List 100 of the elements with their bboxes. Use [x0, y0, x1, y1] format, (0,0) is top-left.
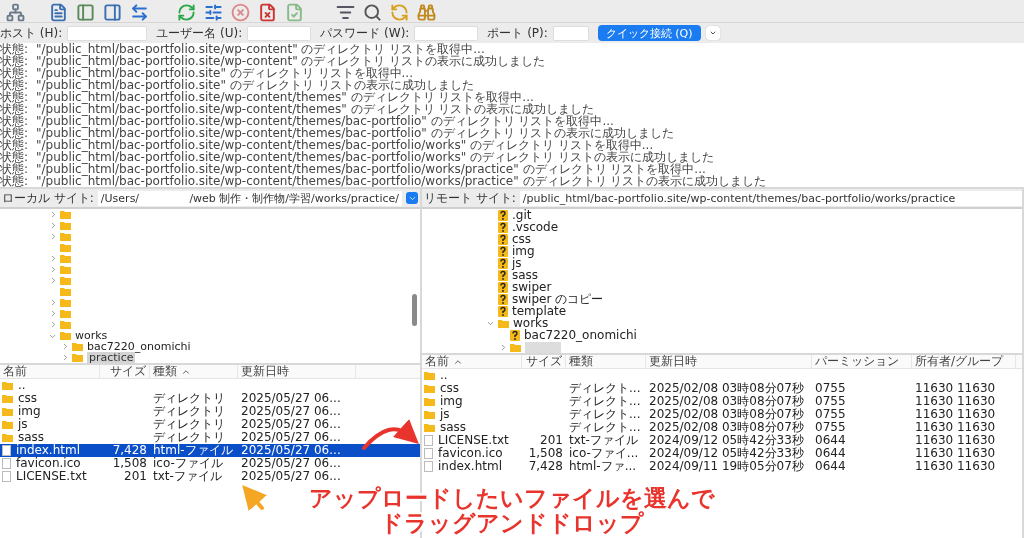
column-header[interactable]: 所有者/グループ [912, 355, 1016, 368]
column-header[interactable]: サイズ [100, 365, 150, 378]
binoculars-icon[interactable] [417, 3, 436, 22]
tree-item[interactable]: img [512, 245, 535, 257]
log-message: "/public_html/bac-portfolio.site/wp-content/themes/bac-portfolio/works/practice" のディレクトリ リストの表示に成功しました [36, 175, 767, 187]
path-field[interactable]: /Users/ /web 制作・制作物/学習/works/practice/ [97, 190, 402, 206]
tree-item[interactable]: js [512, 257, 522, 269]
file-row[interactable]: img ディレクトリ 2025/05/27 06... [0, 405, 420, 418]
file-row[interactable]: img ディレクト... 2025/02/08 03時08分07秒 0755 11630 11630 [422, 395, 1022, 408]
question-mark-icon [498, 257, 508, 269]
folder-icon [2, 407, 13, 416]
question-mark-icon [498, 293, 508, 305]
field-label: ユーザー名 (U): [156, 24, 243, 42]
folder-icon [2, 420, 13, 429]
tree-item[interactable]: .vscode [512, 221, 559, 233]
log-status: 状態: [0, 43, 30, 55]
input-field[interactable] [247, 25, 312, 41]
column-header[interactable]: 更新日時 [646, 355, 812, 368]
tree-item[interactable]: sass [512, 269, 539, 281]
file-row[interactable]: LICENSE.txt 201 txt-ファイル 2025/05/27 06... [0, 470, 420, 483]
file-row[interactable]: .. [422, 369, 1022, 382]
tree-item[interactable]: bac7220_onomichi [524, 329, 637, 341]
tree-item[interactable]: works [75, 330, 108, 341]
tree-item[interactable]: css [512, 233, 532, 245]
owner-cell-text: 11630 11630 [914, 408, 997, 421]
file-row[interactable]: sass ディレクト... 2025/02/08 03時08分07秒 0755 11630 11630 [422, 421, 1022, 434]
type-cell-text: ディレクトリ [152, 392, 226, 405]
file-row[interactable]: favicon.ico 1,508 ico-ファイ... 2024/09/12 05時42分33秒 0644 11630 11630 [422, 447, 1022, 460]
input-field[interactable] [67, 25, 148, 41]
disconnect-icon[interactable] [258, 3, 277, 22]
tree-item[interactable]: .git [512, 209, 532, 221]
question-mark-icon [510, 329, 520, 341]
tree-item[interactable]: bac7220_onomichi [87, 341, 191, 352]
document-icon[interactable] [49, 3, 68, 22]
question-mark-icon [498, 209, 508, 221]
owner-cell-text: 11630 11630 [914, 395, 997, 408]
file-row[interactable]: css ディレクト... 2025/02/08 03時08分07秒 0755 11630 11630 [422, 382, 1022, 395]
filter-settings-icon[interactable] [204, 3, 223, 22]
panel-icon[interactable] [103, 3, 122, 22]
column-header[interactable]: 名前 [422, 355, 522, 368]
file-row[interactable]: css ディレクトリ 2025/05/27 06... [0, 392, 420, 405]
date-cell-text: 2025/02/08 03時08分07秒 [648, 382, 805, 395]
type-cell-text: ディレクトリ [152, 405, 226, 418]
reconnect-icon[interactable] [285, 3, 304, 22]
type-cell-text: ico-ファイ... [568, 447, 640, 460]
file-row[interactable]: js ディレクトリ 2025/05/27 06... [0, 418, 420, 431]
file-row[interactable]: index.html 7,428 html-ファ... 2024/09/11 19時05分07秒 0644 11630 11630 [422, 460, 1022, 473]
input-field[interactable] [552, 25, 589, 41]
column-header[interactable]: 種類 [566, 355, 646, 368]
file-row[interactable]: js ディレクト... 2025/02/08 03時08分07秒 0755 11630 11630 [422, 408, 1022, 421]
tree-item[interactable]: practice [87, 352, 136, 363]
owner-cell-text: 11630 11630 [914, 447, 997, 460]
date-cell-text: 2025/02/08 03時08分07秒 [648, 395, 805, 408]
name-cell: js [440, 408, 450, 421]
column-header[interactable]: 更新日時 [238, 365, 356, 378]
file-row[interactable]: favicon.ico 1,508 ico-ファイル 2025/05/27 06... [0, 457, 420, 470]
selected-tree-item[interactable] [525, 341, 561, 353]
log-message: "/public_html/bac-portfolio.site/wp-content/themes/bac-portfolio" のディレクトリ リストの表示に成功しました [36, 127, 675, 139]
log-message: "/public_html/bac-portfolio.site/wp-content" のディレクトリ リストを取得中... [36, 43, 485, 55]
network-icon[interactable] [6, 3, 25, 22]
file-row[interactable]: .. [0, 379, 420, 392]
cancel-icon[interactable] [231, 3, 250, 22]
tree-item[interactable]: swiper のコピー [512, 293, 604, 305]
list-icon[interactable] [336, 3, 355, 22]
column-header[interactable]: パーミッション [812, 355, 912, 368]
name-cell: .. [18, 379, 26, 392]
quick-connect-button[interactable]: クイック接続 (Q) [597, 25, 701, 41]
dropdown-button[interactable] [705, 26, 720, 40]
caret-icon [708, 29, 717, 37]
scrollbar-thumb[interactable] [412, 294, 417, 326]
panel-icon[interactable] [76, 3, 95, 22]
column-header[interactable]: 種類 [150, 365, 238, 378]
transfer-arrows-icon[interactable] [130, 3, 149, 22]
name-cell: sass [18, 431, 45, 444]
name-cell: favicon.ico [16, 457, 81, 470]
dropdown-button[interactable] [406, 192, 418, 204]
refresh-icon[interactable] [177, 3, 196, 22]
file-row[interactable]: LICENSE.txt 201 txt-ファイル 2024/09/12 05時42分33秒 0644 11630 11630 [422, 434, 1022, 447]
sync-icon[interactable] [390, 3, 409, 22]
tree-item[interactable]: swiper [512, 281, 552, 293]
search-icon[interactable] [363, 3, 382, 22]
annotation-text: アップロードしたいファイルを選んで [309, 486, 715, 511]
log-message: "/public_html/bac-portfolio.site/wp-content/themes" のディレクトリ リストの表示に成功しました [36, 103, 595, 115]
file-row[interactable]: index.html 7,428 html-ファイル 2025/05/27 06... [0, 444, 420, 457]
type-cell-text: ico-ファイル [152, 457, 224, 470]
tree-item[interactable]: template [512, 305, 567, 317]
file-row[interactable]: sass ディレクトリ 2025/05/27 06... [0, 431, 420, 444]
folder-icon [72, 353, 83, 362]
path-field[interactable]: /public_html/bac-portfolio.site/wp-content/themes/bac-portfolio/works/practice [519, 190, 1022, 206]
field-label: ポート (P): [487, 24, 548, 42]
date-cell-text: 2025/05/27 06... [240, 431, 342, 444]
column-header[interactable]: サイズ [522, 355, 566, 368]
name-cell: index.html [438, 460, 502, 473]
folder-icon [60, 243, 71, 252]
log-status: 状態: [0, 91, 30, 103]
input-field[interactable] [414, 25, 479, 41]
date-cell-text: 2024/09/11 19時05分07秒 [648, 460, 805, 473]
tree-item[interactable]: works [513, 317, 549, 329]
column-header[interactable]: 名前 [0, 365, 100, 378]
folder-icon [498, 318, 509, 328]
